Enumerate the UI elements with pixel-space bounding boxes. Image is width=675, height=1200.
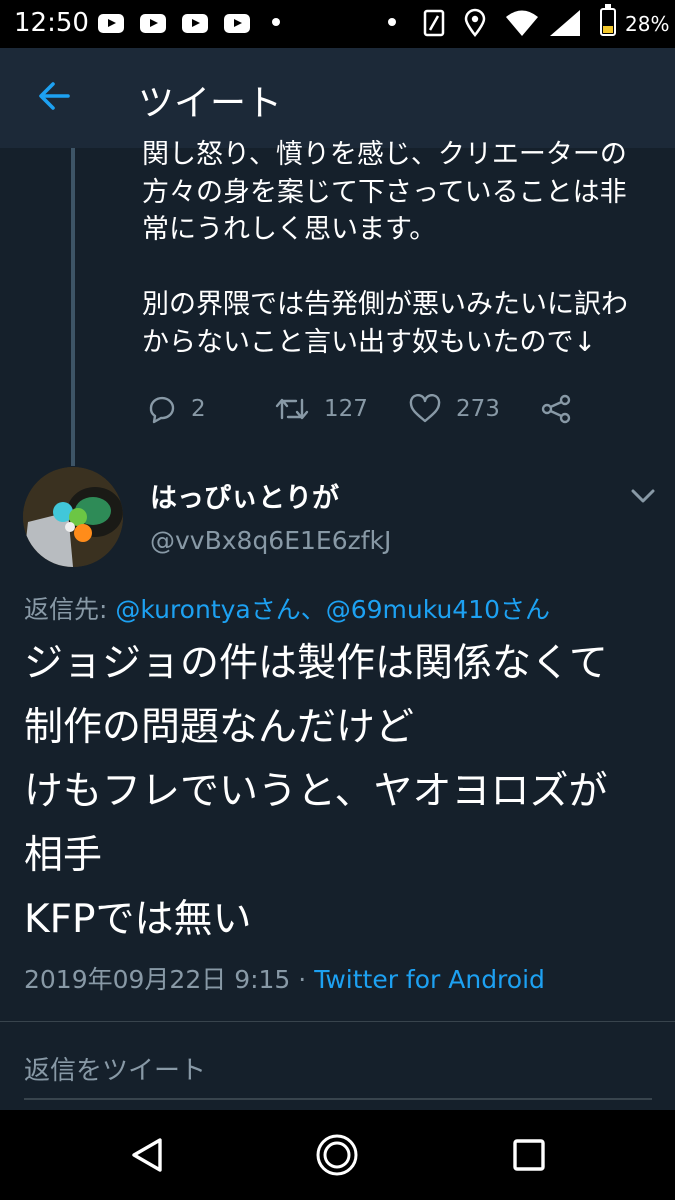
reply-to-label: 返信先: [24, 595, 108, 624]
share-button[interactable] [540, 392, 588, 426]
reply-button[interactable]: 2 [145, 392, 206, 426]
battery-icon [600, 4, 616, 36]
wifi-icon [506, 10, 538, 36]
notification-dot-icon [272, 18, 280, 26]
like-button[interactable]: 273 [408, 392, 500, 426]
youtube-icon [140, 14, 166, 33]
signal-icon [550, 10, 580, 36]
back-triangle-icon[interactable] [124, 1132, 170, 1178]
tweet-meta: 2019年09月22日 9:15 · Twitter for Android [24, 960, 545, 996]
youtube-icon [182, 14, 208, 33]
recent-apps-square-icon[interactable] [506, 1132, 552, 1178]
navigation-bar [0, 1110, 675, 1200]
user-handle[interactable]: @vvBx8q6E1E6zfkJ [150, 526, 391, 555]
avatar[interactable] [23, 467, 123, 567]
retweet-count: 127 [324, 396, 368, 422]
youtube-icon [98, 14, 124, 33]
status-time: 12:50 [14, 8, 89, 38]
chevron-down-icon[interactable] [628, 484, 658, 508]
thread-connector-line [71, 148, 75, 466]
location-icon [464, 8, 486, 37]
status-bar: 12:50 28% [0, 0, 675, 48]
reply-icon [149, 396, 175, 424]
display-name[interactable]: はっぴぃとりが [150, 476, 339, 515]
arrow-left-icon[interactable] [34, 76, 74, 116]
reply-input-underline [24, 1098, 652, 1100]
youtube-icon [224, 14, 250, 33]
battery-percent: 28% [625, 12, 670, 36]
previous-tweet-text: 関し怒り、憤りを感じ、クリエーターの 方々の身を案じて下さっていることは非 常に… [142, 139, 628, 358]
avatar-image [23, 467, 123, 567]
retweet-button[interactable]: 127 [274, 392, 368, 426]
reply-to-mentions[interactable]: @kurontyaさん、@69muku410さん [115, 595, 550, 624]
page-title: ツイート [138, 83, 283, 124]
reply-input[interactable]: 返信をツイート [24, 1050, 206, 1087]
tweet-timestamp: 2019年09月22日 9:15 · [24, 965, 315, 994]
tweet-body: ジョジョの件は製作は関係なくて 制作の問題なんだけど けもフレでいうと、ヤオヨロ… [24, 641, 608, 942]
notification-dot-icon [388, 18, 396, 26]
nfc-icon [423, 9, 445, 37]
tweet-client-link[interactable]: Twitter for Android [314, 965, 545, 994]
heart-icon [409, 394, 441, 423]
retweet-icon [275, 398, 309, 420]
app-header: ツイート [0, 48, 675, 148]
share-icon [541, 394, 571, 424]
reply-count: 2 [191, 396, 206, 422]
home-circle-icon[interactable] [314, 1132, 360, 1178]
like-count: 273 [456, 396, 500, 422]
reply-to-line: 返信先: @kurontyaさん、@69muku410さん [24, 590, 550, 626]
